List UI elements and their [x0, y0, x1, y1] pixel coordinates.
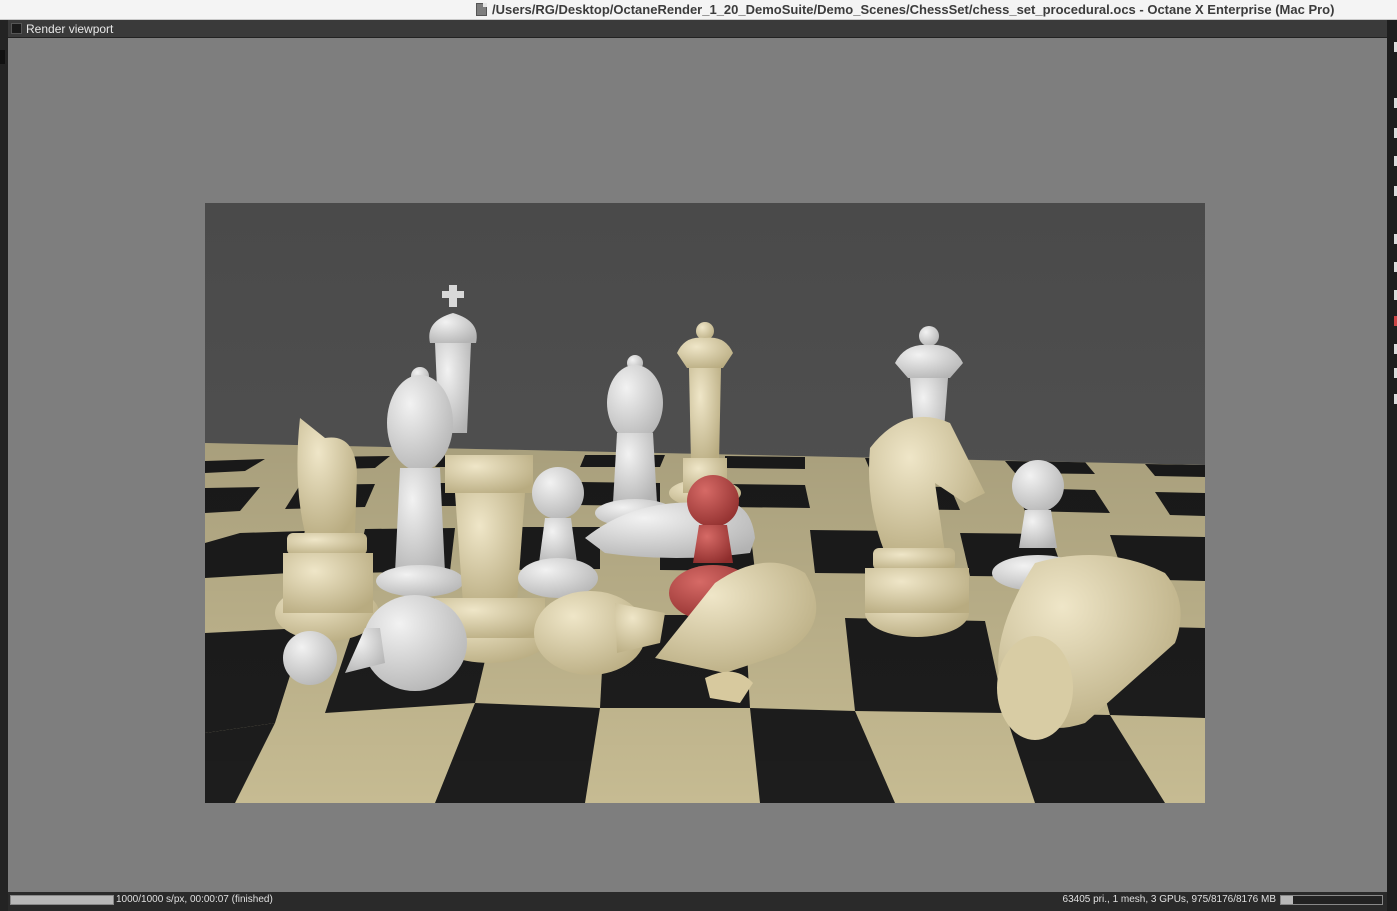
chess-scene	[205, 203, 1205, 803]
render-viewport[interactable]	[8, 38, 1387, 892]
window-titlebar: /Users/RG/Desktop/OctaneRender_1_20_Demo…	[0, 0, 1397, 20]
dock-handle[interactable]	[0, 50, 5, 64]
panel-title: Render viewport	[26, 22, 114, 36]
memory-usage-fill	[1281, 896, 1294, 904]
left-dock-strip	[0, 20, 8, 911]
status-bar: 1000/1000 s/px, 00:00:07 (finished) 6340…	[8, 892, 1387, 911]
window-title: /Users/RG/Desktop/OctaneRender_1_20_Demo…	[492, 2, 1335, 17]
render-samples-status: 1000/1000 s/px, 00:00:07 (finished)	[116, 894, 273, 905]
panel-toggle-checkbox[interactable]	[11, 23, 22, 34]
scene-info-status: 63405 pri., 1 mesh, 3 GPUs, 975/8176/817…	[1062, 894, 1276, 905]
document-icon	[476, 3, 487, 16]
render-progress-fill	[11, 896, 113, 904]
memory-usage-bar	[1280, 895, 1383, 905]
render-progress-bar	[10, 895, 114, 905]
render-viewport-header: Render viewport	[8, 20, 1387, 38]
right-dock-strip	[1387, 20, 1397, 911]
rendered-image[interactable]	[205, 203, 1205, 803]
